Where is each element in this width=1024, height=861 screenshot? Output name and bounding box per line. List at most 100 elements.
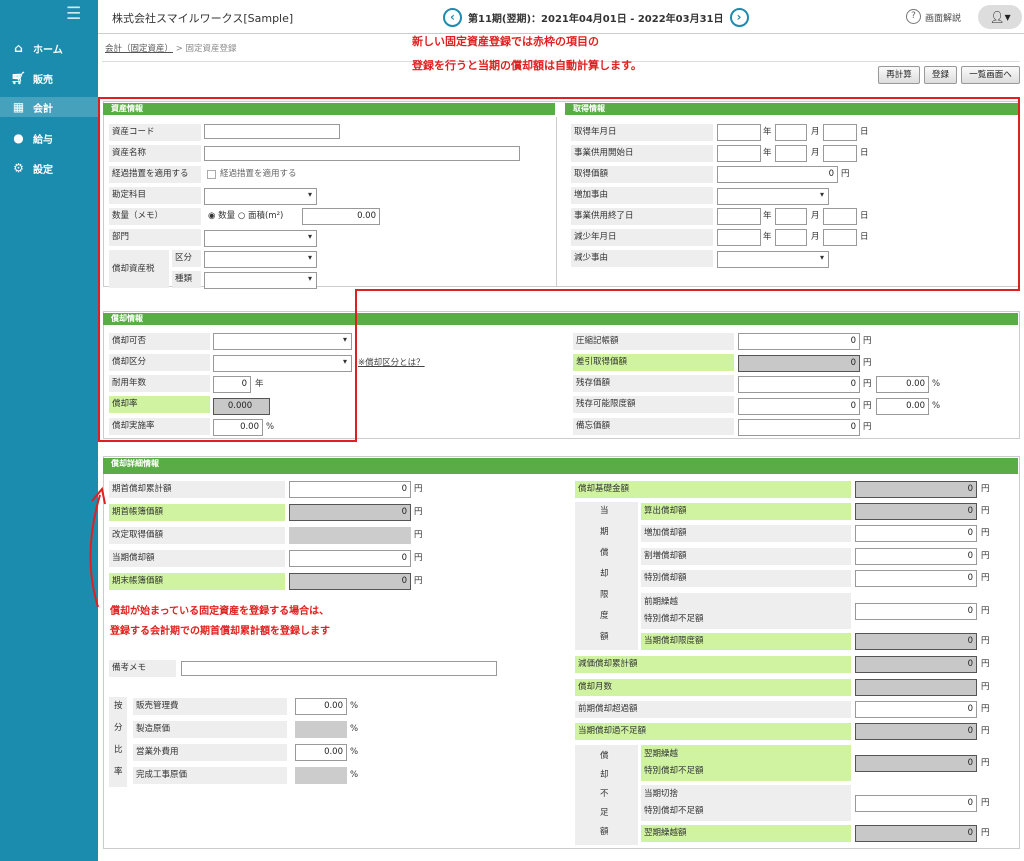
allocation-input[interactable]: 0.00 xyxy=(295,698,347,715)
breadcrumb-link[interactable]: 会計（固定資産） xyxy=(105,44,173,54)
compression-input[interactable]: 0 xyxy=(738,333,860,350)
allocation-input[interactable]: 0.00 xyxy=(295,744,347,761)
start-date-month-input[interactable] xyxy=(775,145,807,162)
allocation-char: 比 xyxy=(114,745,123,755)
percent-unit: % xyxy=(932,401,941,411)
next-period-icon[interactable]: › xyxy=(729,8,749,27)
allocation-char: 按 xyxy=(114,701,123,711)
start-date-year-input[interactable] xyxy=(717,145,761,162)
detail-right-value: 0 xyxy=(855,825,977,842)
end-date-month-input[interactable] xyxy=(775,208,807,225)
detail-right-label: 当期切捨 特別償却不足額 xyxy=(641,785,851,821)
radio-selected-icon[interactable]: ◉ xyxy=(208,211,215,221)
detail-left-value[interactable]: 0 xyxy=(289,550,411,567)
help-icon[interactable]: ? xyxy=(906,9,921,24)
end-date-year-input[interactable] xyxy=(717,208,761,225)
sidebar: ☰ ⌂ ホーム 🛒︎ 販売 ▦ 会計 ● 給与 ⚙ 設定 xyxy=(0,0,98,861)
dep-info-header: 償却情報 xyxy=(103,313,1018,325)
department-select[interactable] xyxy=(204,230,317,247)
decrease-date-day-input[interactable] xyxy=(823,229,857,246)
residual-limit-input[interactable]: 0 xyxy=(738,398,860,415)
register-button[interactable]: 登録 xyxy=(924,66,957,84)
help-link[interactable]: 画面解説 xyxy=(925,11,961,24)
detail-right-value: 0 xyxy=(855,723,977,740)
increase-reason-select[interactable] xyxy=(717,188,829,205)
tax-category-select[interactable] xyxy=(204,251,317,268)
sidebar-item-payroll[interactable]: ● 給与 xyxy=(10,128,95,148)
yen-unit: 円 xyxy=(841,169,850,179)
detail-right-value[interactable]: 0 xyxy=(855,570,977,587)
detail-right-label: 償却基礎金額 xyxy=(575,481,851,498)
back-to-list-button[interactable]: 一覧画面へ xyxy=(961,66,1020,84)
current-limit-char: 額 xyxy=(600,632,609,642)
memo-label: 備考メモ xyxy=(109,660,176,677)
percent-unit: % xyxy=(350,770,359,780)
asset-name-input[interactable] xyxy=(204,146,520,161)
asset-code-label: 資産コード xyxy=(109,124,201,141)
detail-right-value[interactable]: 0 xyxy=(855,548,977,565)
sidebar-item-home[interactable]: ⌂ ホーム xyxy=(10,38,95,58)
acq-date-day-input[interactable] xyxy=(823,124,857,141)
dep-possible-select[interactable] xyxy=(213,333,352,350)
day-unit: 日 xyxy=(860,127,869,137)
quantity-radio-group[interactable]: ◉ 数量 ○ 面積(m²) xyxy=(208,208,283,225)
year-unit: 年 xyxy=(255,379,264,389)
acq-date-year-input[interactable] xyxy=(717,124,761,141)
detail-right-value: 0 xyxy=(855,503,977,520)
detail-right-value[interactable]: 0 xyxy=(855,602,977,620)
menu-icon[interactable]: ☰ xyxy=(66,6,86,23)
sidebar-item-settings[interactable]: ⚙ 設定 xyxy=(10,158,95,178)
detail-left-value[interactable]: 0 xyxy=(289,481,411,498)
dep-method-help-link[interactable]: ※償却区分とは？ xyxy=(358,355,425,372)
shortage-char: 償 xyxy=(600,751,609,761)
decrease-reason-select[interactable] xyxy=(717,251,829,268)
account-select[interactable] xyxy=(204,188,317,205)
detail-right-label: 当期償却限度額 xyxy=(641,633,851,650)
highlight-frame xyxy=(355,289,1020,291)
quantity-input[interactable]: 0.00 xyxy=(302,208,380,225)
prev-period-icon[interactable]: ‹ xyxy=(443,8,462,27)
detail-right-label: 増加償却額 xyxy=(641,525,851,542)
user-menu-button[interactable]: 👤︎▾ xyxy=(978,5,1022,29)
asset-code-input[interactable] xyxy=(204,124,340,139)
residual-limit-rate-input[interactable]: 0.00 xyxy=(876,398,929,415)
compression-label: 圧縮記帳額 xyxy=(573,333,734,350)
yen-unit: 円 xyxy=(981,573,990,583)
memo-value-label: 備忘価額 xyxy=(573,418,734,435)
memo-input[interactable] xyxy=(181,661,497,676)
dep-rate-label: 償却率 xyxy=(109,396,210,413)
memo-value-input[interactable]: 0 xyxy=(738,419,860,436)
acq-date-label: 取得年月日 xyxy=(571,124,713,141)
detail-right-value[interactable]: 0 xyxy=(855,701,977,718)
detail-right-value[interactable]: 0 xyxy=(855,794,977,812)
decrease-date-year-input[interactable] xyxy=(717,229,761,246)
useful-life-label: 耐用年数 xyxy=(109,375,210,392)
tax-type-select[interactable] xyxy=(204,272,317,289)
panel-divider xyxy=(556,117,557,287)
residual-rate-input[interactable]: 0.00 xyxy=(876,376,929,393)
transition-label: 経過措置を適用する xyxy=(109,166,201,183)
end-date-day-input[interactable] xyxy=(823,208,857,225)
yen-unit: 円 xyxy=(981,528,990,538)
recalc-button[interactable]: 再計算 xyxy=(878,66,920,84)
radio-empty-icon[interactable]: ○ xyxy=(238,211,245,221)
dep-exec-rate-input[interactable]: 0.00 xyxy=(213,419,263,436)
acq-price-input[interactable]: 0 xyxy=(717,166,838,183)
transition-checkbox[interactable] xyxy=(207,170,216,179)
note-mid-line1: 償却が始まっている固定資産を登録する場合は、 xyxy=(110,606,330,617)
year-unit: 年 xyxy=(763,232,772,242)
residual-input[interactable]: 0 xyxy=(738,376,860,393)
current-limit-char: 限 xyxy=(600,590,609,600)
sidebar-item-sales[interactable]: 🛒︎ 販売 xyxy=(10,68,95,88)
detail-right-value[interactable]: 0 xyxy=(855,525,977,542)
sidebar-item-accounting[interactable]: ▦ 会計 xyxy=(0,97,98,117)
yen-unit: 円 xyxy=(981,551,990,561)
dep-method-select[interactable] xyxy=(213,355,352,372)
yen-unit: 円 xyxy=(414,530,423,540)
acq-date-month-input[interactable] xyxy=(775,124,807,141)
deprec-asset-tax-label: 償却資産税 xyxy=(109,250,169,288)
start-date-day-input[interactable] xyxy=(823,145,857,162)
decrease-date-month-input[interactable] xyxy=(775,229,807,246)
useful-life-input[interactable]: 0 xyxy=(213,376,251,393)
yen-unit: 円 xyxy=(981,757,990,768)
